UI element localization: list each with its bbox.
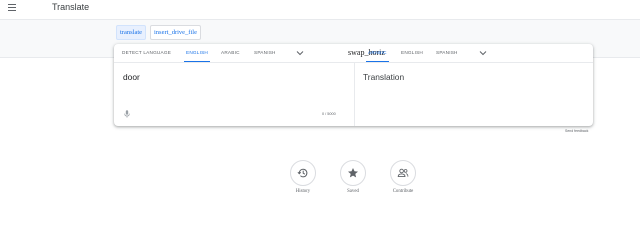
- source-text-input[interactable]: door: [123, 72, 140, 82]
- history-button-circle[interactable]: [290, 160, 316, 186]
- microphone-icon[interactable]: [124, 110, 130, 118]
- source-lang-english[interactable]: ENGLISH: [184, 44, 210, 62]
- source-more-languages-chevron-down-icon[interactable]: [296, 50, 304, 56]
- language-bar: DETECT LANGUAGE ENGLISH ARABIC SPANISH s…: [114, 44, 593, 63]
- history-icon: [297, 168, 308, 178]
- top-app-bar: Translate: [0, 0, 640, 19]
- send-feedback-link[interactable]: Send feedback: [565, 129, 588, 133]
- app-title: Translate: [52, 2, 90, 12]
- target-lang-spanish[interactable]: SPANISH: [436, 44, 458, 62]
- character-counter: 0 / 5000: [322, 112, 336, 116]
- saved-button-circle[interactable]: [340, 160, 366, 186]
- contribute-button-circle[interactable]: [390, 160, 416, 186]
- translation-card: DETECT LANGUAGE ENGLISH ARABIC SPANISH s…: [114, 44, 593, 126]
- source-lang-detect[interactable]: DETECT LANGUAGE: [122, 44, 171, 62]
- history-label: History: [295, 189, 311, 194]
- star-icon: [348, 168, 358, 178]
- saved-button[interactable]: Saved: [340, 160, 366, 194]
- source-lang-arabic[interactable]: ARABIC: [221, 44, 240, 62]
- contribute-label: Contribute: [392, 189, 414, 194]
- source-lang-spanish[interactable]: SPANISH: [254, 44, 276, 62]
- saved-label: Saved: [347, 189, 359, 194]
- translation-output: Translation: [363, 72, 405, 82]
- target-lang-english[interactable]: ENGLISH: [401, 44, 423, 62]
- contribute-button[interactable]: Contribute: [390, 160, 416, 194]
- panel-divider: [354, 62, 355, 126]
- menu-icon[interactable]: [8, 4, 16, 11]
- target-more-languages-chevron-down-icon[interactable]: [479, 50, 487, 56]
- translate-documents-mode-button[interactable]: insert_drive_file: [150, 25, 201, 40]
- translate-text-mode-button[interactable]: translate: [116, 25, 147, 40]
- people-icon: [397, 168, 409, 178]
- target-lang-arabic[interactable]: ARABIC: [366, 44, 389, 62]
- history-button[interactable]: History: [290, 160, 316, 194]
